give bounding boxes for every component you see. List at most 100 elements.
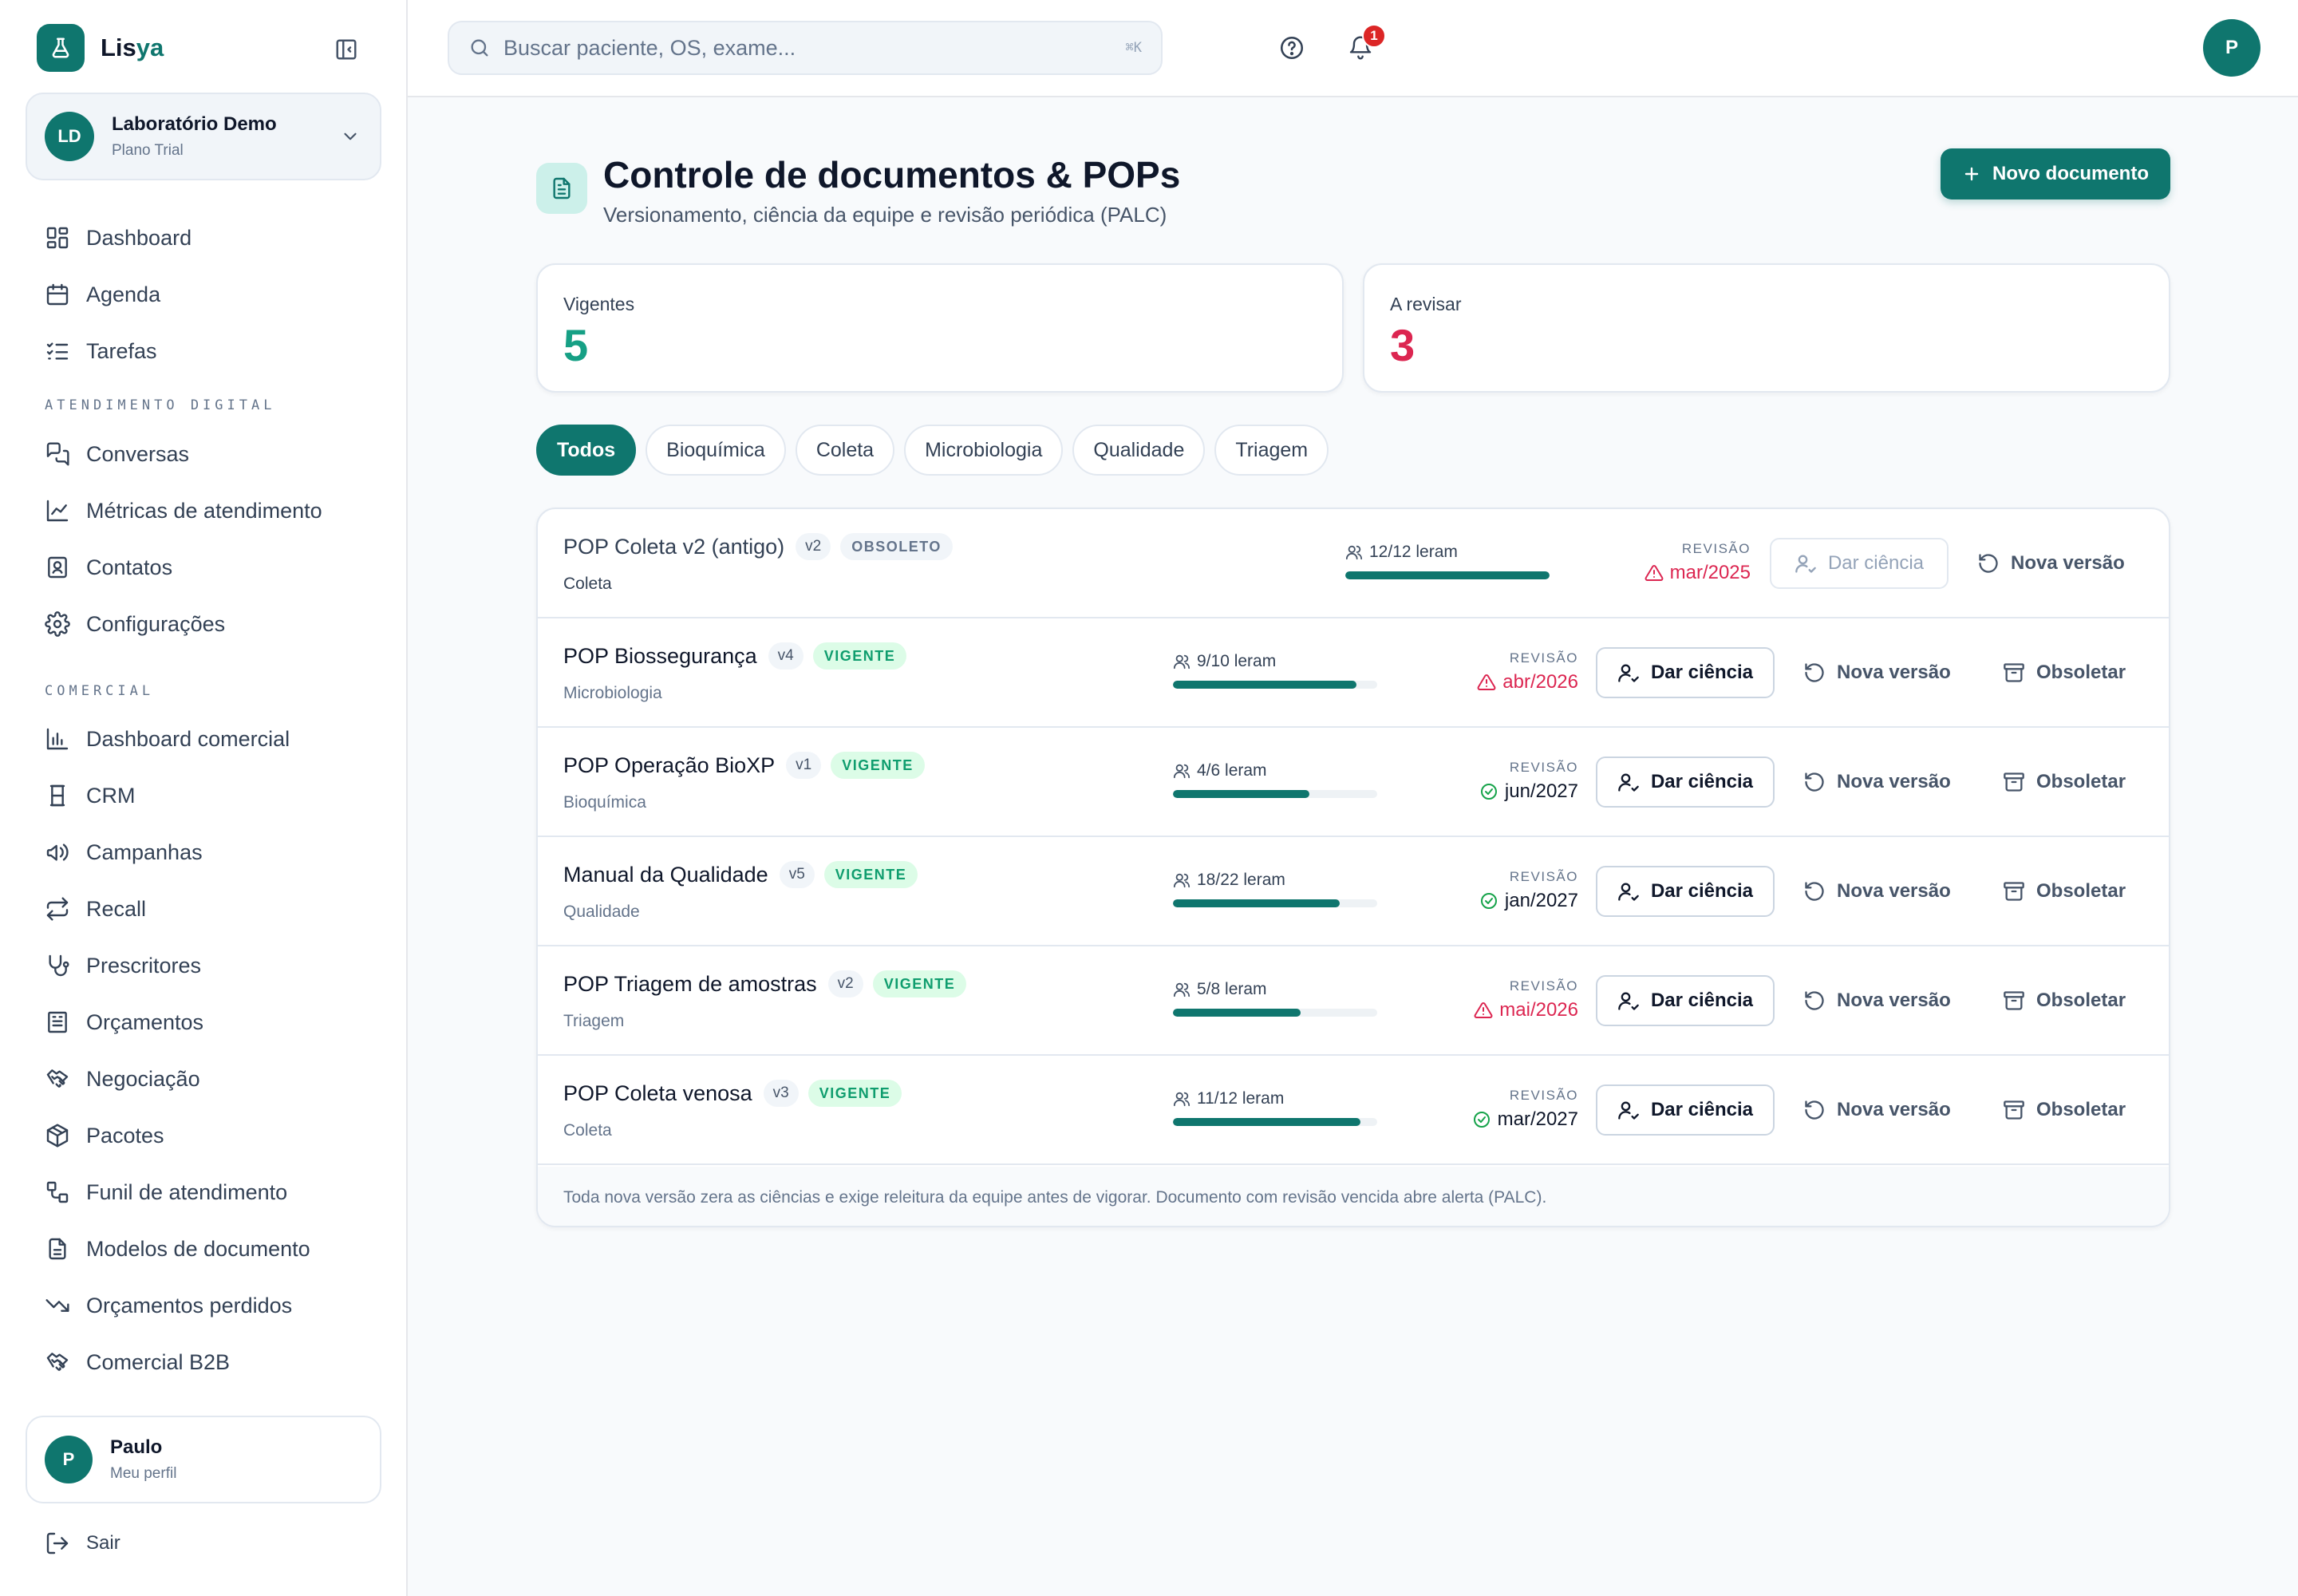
filter-chip-bioquimica[interactable]: Bioquímica: [646, 425, 786, 476]
filter-chip-qualidade[interactable]: Qualidade: [1072, 425, 1206, 476]
sidebar-item-conversas[interactable]: Conversas: [45, 438, 189, 470]
document-title[interactable]: Manual da Qualidade: [563, 863, 768, 887]
rotate-ccw-icon: [1803, 662, 1837, 684]
search-input[interactable]: [503, 35, 1126, 61]
sidebar: Lisya LD Laboratório Demo Plano Trial Da…: [0, 0, 408, 1596]
readers-progress: 12/12 leram: [1345, 543, 1553, 579]
new-version-button[interactable]: Nova versão: [1803, 769, 1951, 795]
status-badge: VIGENTE: [812, 642, 907, 670]
filter-chip-triagem[interactable]: Triagem: [1214, 425, 1329, 476]
sidebar-item-recall[interactable]: Recall: [45, 893, 146, 925]
brand[interactable]: Lisya: [37, 24, 164, 72]
obsolete-button[interactable]: Obsoletar: [2003, 1097, 2126, 1123]
users-icon: [1173, 1090, 1197, 1108]
org-switcher[interactable]: LD Laboratório Demo Plano Trial: [26, 93, 381, 180]
readers-bar: [1173, 790, 1377, 798]
new-version-button[interactable]: Nova versão: [1977, 551, 2125, 576]
sidebar-item-label: CRM: [86, 783, 136, 808]
handshake-icon: [45, 1349, 70, 1375]
chat-icon: [45, 441, 70, 467]
new-version-button[interactable]: Nova versão: [1803, 988, 1951, 1013]
version-badge: v2: [796, 533, 831, 560]
acknowledge-button[interactable]: Dar ciência: [1596, 647, 1775, 698]
sidebar-item-campanhas[interactable]: Campanhas: [45, 836, 203, 868]
new-version-button[interactable]: Nova versão: [1803, 660, 1951, 685]
review-label: REVISÃO: [1681, 541, 1751, 556]
sidebar-item-negociacao[interactable]: Negociação: [45, 1063, 200, 1095]
acknowledge-button[interactable]: Dar ciência: [1596, 975, 1775, 1026]
acknowledge-button[interactable]: Dar ciência: [1596, 757, 1775, 808]
filter-chip-coleta[interactable]: Coleta: [795, 425, 895, 476]
user-check-icon: [1617, 1099, 1651, 1121]
document-category: Bioquímica: [563, 793, 646, 812]
document-title[interactable]: POP Triagem de amostras: [563, 972, 817, 997]
document-title[interactable]: POP Coleta venosa: [563, 1081, 752, 1106]
review-info: REVISÃO abr/2026: [1435, 650, 1578, 693]
document-row: POP Operação BioXP v1 VIGENTE Bioquímica…: [538, 728, 2169, 837]
sidebar-item-dashboard-comercial[interactable]: Dashboard comercial: [45, 723, 290, 755]
sidebar-item-contatos[interactable]: Contatos: [45, 551, 172, 583]
topbar: ⌘K 1 P: [408, 0, 2298, 97]
sidebar-item-agenda[interactable]: Agenda: [45, 279, 160, 310]
document-title[interactable]: POP Coleta v2 (antigo): [563, 535, 784, 559]
rotate-ccw-icon: [1803, 1099, 1837, 1121]
readers-bar: [1173, 1118, 1377, 1126]
acknowledge-button[interactable]: Dar ciência: [1596, 866, 1775, 917]
users-icon: [1173, 653, 1197, 670]
review-date: mai/2026: [1435, 999, 1578, 1021]
user-avatar[interactable]: P: [2203, 19, 2260, 77]
obsolete-button[interactable]: Obsoletar: [2003, 660, 2126, 685]
review-label: REVISÃO: [1509, 869, 1578, 884]
acknowledge-button[interactable]: Dar ciência: [1596, 1084, 1775, 1136]
line-chart-icon: [45, 498, 70, 523]
help-icon[interactable]: [1276, 32, 1308, 64]
document-title-line: Manual da Qualidade v5 VIGENTE: [563, 861, 918, 888]
sidebar-item-funil-de-atendimento[interactable]: Funil de atendimento: [45, 1176, 287, 1208]
review-date: abr/2026: [1435, 671, 1578, 693]
users-icon: [1173, 981, 1197, 998]
review-info: REVISÃO jan/2027: [1435, 869, 1578, 912]
obsolete-button[interactable]: Obsoletar: [2003, 988, 2126, 1013]
sidebar-item-pacotes[interactable]: Pacotes: [45, 1120, 164, 1152]
readers-count: 12/12 leram: [1369, 543, 1458, 561]
sidebar-item-dashboard[interactable]: Dashboard: [45, 222, 192, 254]
obsolete-button[interactable]: Obsoletar: [2003, 879, 2126, 904]
sidebar-item-label: Tarefas: [86, 338, 157, 363]
sidebar-item-orcamentos[interactable]: Orçamentos: [45, 1006, 203, 1038]
user-check-icon: [1795, 552, 1828, 575]
bar-chart-icon: [45, 726, 70, 752]
new-version-button[interactable]: Nova versão: [1803, 879, 1951, 904]
search-icon: [468, 37, 491, 59]
package-icon: [45, 1123, 70, 1148]
sidebar-item-tarefas[interactable]: Tarefas: [45, 335, 157, 367]
new-document-button[interactable]: Novo documento: [1941, 148, 2170, 200]
notifications-button[interactable]: 1: [1344, 24, 1386, 64]
document-title[interactable]: POP Operação BioXP: [563, 753, 775, 778]
document-category: Coleta: [563, 575, 612, 593]
sidebar-item-configuracoes[interactable]: Configurações: [45, 608, 225, 640]
filter-chip-todos[interactable]: Todos: [536, 425, 637, 476]
sidebar-item-comercial-b2b[interactable]: Comercial B2B: [45, 1346, 230, 1378]
sidebar-item-prescritores[interactable]: Prescritores: [45, 950, 201, 982]
version-badge: v2: [827, 970, 863, 998]
search-bar[interactable]: ⌘K: [448, 21, 1163, 75]
collapse-sidebar-icon[interactable]: [330, 35, 362, 64]
readers-progress: 4/6 leram: [1173, 761, 1380, 798]
acknowledge-button[interactable]: Dar ciência: [1770, 538, 1949, 589]
new-version-button[interactable]: Nova versão: [1803, 1097, 1951, 1123]
receipt-icon: [45, 1009, 70, 1035]
sidebar-item-modelos-de-documento[interactable]: Modelos de documento: [45, 1233, 310, 1265]
sidebar-item-crm[interactable]: CRM: [45, 780, 136, 812]
sidebar-item-metricas-de-atendimento[interactable]: Métricas de atendimento: [45, 495, 322, 527]
logout-button[interactable]: Sair: [45, 1529, 120, 1558]
obsolete-button[interactable]: Obsoletar: [2003, 769, 2126, 795]
document-title-line: POP Coleta v2 (antigo) v2 OBSOLETO: [563, 533, 953, 560]
document-icon: [45, 1236, 70, 1262]
review-info: REVISÃO mar/2027: [1435, 1088, 1578, 1131]
sidebar-item-orcamentos-perdidos[interactable]: Orçamentos perdidos: [45, 1290, 292, 1321]
document-title[interactable]: POP Biossegurança: [563, 644, 757, 669]
profile-card[interactable]: P Paulo Meu perfil: [26, 1416, 381, 1503]
calendar-icon: [45, 282, 70, 307]
filter-chip-microbiologia[interactable]: Microbiologia: [904, 425, 1064, 476]
archive-icon: [2003, 662, 2036, 684]
